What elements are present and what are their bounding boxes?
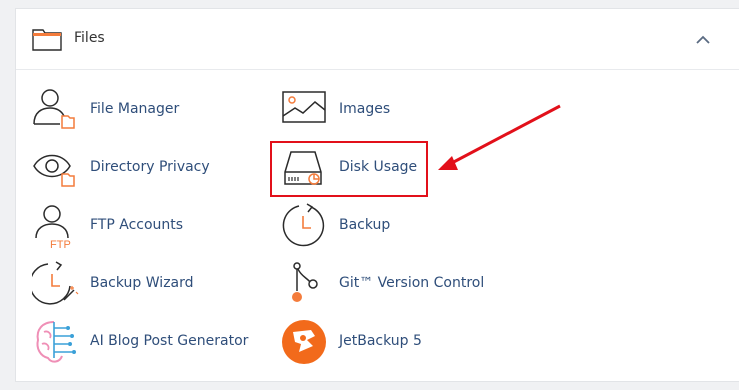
jetbackup-link[interactable]: JetBackup 5	[281, 318, 481, 368]
git-version-control-link[interactable]: Git™ Version Control	[281, 260, 501, 310]
directory-privacy-icon	[33, 154, 75, 187]
file-manager-link[interactable]: File Manager	[32, 86, 252, 136]
images-icon	[282, 91, 326, 123]
item-label: Images	[339, 101, 391, 117]
backup-link[interactable]: Backup	[281, 202, 481, 252]
item-label: Backup	[339, 217, 391, 233]
ai-blog-post-generator-icon	[36, 321, 76, 363]
item-label: Directory Privacy	[90, 159, 210, 175]
item-label: Git™ Version Control	[339, 275, 485, 291]
git-version-control-icon	[292, 262, 318, 302]
backup-wizard-link[interactable]: Backup Wizard	[32, 260, 252, 310]
backup-wizard-icon	[32, 261, 79, 305]
item-label: FTP Accounts	[90, 217, 184, 233]
panel-header[interactable]: Files	[16, 9, 739, 70]
item-label: Backup Wizard	[90, 275, 194, 291]
chevron-up-icon[interactable]	[692, 31, 714, 49]
directory-privacy-link[interactable]: Directory Privacy	[32, 144, 252, 194]
item-label: AI Blog Post Generator	[90, 333, 249, 349]
highlight-box	[270, 141, 428, 197]
item-label: JetBackup 5	[339, 333, 422, 349]
ftp-accounts-icon: FTP	[35, 205, 71, 250]
svg-text:FTP: FTP	[50, 239, 71, 250]
images-link[interactable]: Images	[281, 86, 481, 136]
backup-icon	[282, 203, 325, 247]
file-manager-icon	[33, 89, 75, 129]
section-title: Files	[74, 30, 105, 46]
jetbackup-icon	[282, 320, 326, 364]
ftp-accounts-link[interactable]: FTP FTP Accounts	[32, 202, 252, 252]
ai-blog-post-generator-link[interactable]: AI Blog Post Generator	[32, 318, 272, 368]
folder-icon	[32, 29, 62, 51]
item-label: File Manager	[90, 101, 180, 117]
